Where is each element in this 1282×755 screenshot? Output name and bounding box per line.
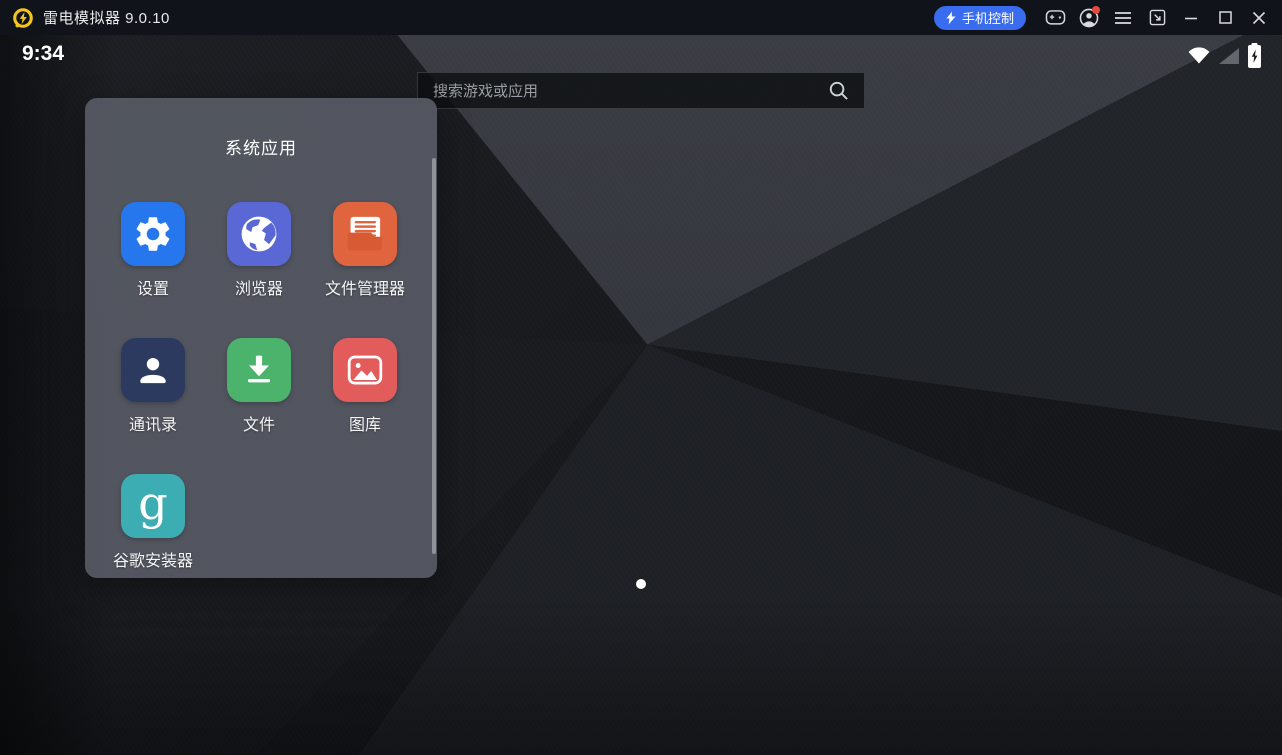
popout-icon[interactable] (1140, 0, 1174, 35)
g-glyph: g (138, 480, 167, 526)
app-tile-settings[interactable]: 设置 (100, 202, 206, 299)
search-magnifier-icon[interactable] (828, 80, 849, 101)
app-tile-google-installer[interactable]: g 谷歌安装器 (100, 474, 206, 571)
person-icon (121, 338, 185, 402)
menu-icon[interactable] (1106, 0, 1140, 35)
app-tile-browser[interactable]: 浏览器 (206, 202, 312, 299)
search-placeholder: 搜索游戏或应用 (433, 80, 828, 101)
window-titlebar: 雷电模拟器 9.0.10 手机控制 (0, 0, 1282, 35)
account-icon[interactable] (1072, 0, 1106, 35)
wifi-icon (1188, 47, 1210, 64)
app-label: 浏览器 (206, 275, 312, 299)
app-label: 设置 (100, 275, 206, 299)
search-bar[interactable]: 搜索游戏或应用 (417, 72, 865, 109)
titlebar-controls: 手机控制 (934, 0, 1282, 35)
image-icon (333, 338, 397, 402)
android-screen: 9:34 搜索游戏或应用 (0, 35, 1282, 755)
gamepad-icon[interactable] (1038, 0, 1072, 35)
battery-charging-icon (1248, 43, 1261, 68)
page-indicator-dot (636, 579, 646, 589)
app-tile-files[interactable]: 文件 (206, 338, 312, 435)
globe-icon (227, 202, 291, 266)
window-title: 雷电模拟器 9.0.10 (43, 7, 170, 28)
app-label: 图库 (312, 411, 418, 435)
app-tile-gallery[interactable]: 图库 (312, 338, 418, 435)
folder-files-icon (333, 202, 397, 266)
system-apps-folder: 系统应用 设置 浏 (85, 98, 437, 578)
cellular-signal-icon (1219, 48, 1239, 64)
app-label: 文件管理器 (312, 275, 418, 299)
lightning-icon (946, 11, 956, 25)
app-label: 通讯录 (100, 411, 206, 435)
folder-scrollbar[interactable] (432, 158, 436, 554)
ldplayer-logo-icon (12, 7, 34, 29)
app-tile-file-manager[interactable]: 文件管理器 (312, 202, 418, 299)
app-label: 谷歌安装器 (100, 547, 206, 571)
status-icons (1188, 43, 1261, 68)
phone-control-label: 手机控制 (962, 8, 1014, 27)
titlebar-left: 雷电模拟器 9.0.10 (0, 7, 170, 29)
app-tile-contacts[interactable]: 通讯录 (100, 338, 206, 435)
google-g-icon: g (121, 474, 185, 538)
status-clock: 9:34 (22, 42, 64, 66)
download-icon (227, 338, 291, 402)
minimize-button[interactable] (1174, 0, 1208, 35)
app-label: 文件 (206, 411, 312, 435)
folder-title: 系统应用 (85, 134, 437, 159)
maximize-button[interactable] (1208, 0, 1242, 35)
close-button[interactable] (1242, 0, 1276, 35)
notification-badge (1092, 6, 1100, 14)
ldplayer-window: 雷电模拟器 9.0.10 手机控制 (0, 0, 1282, 755)
phone-control-button[interactable]: 手机控制 (934, 6, 1026, 30)
settings-gear-icon (121, 202, 185, 266)
